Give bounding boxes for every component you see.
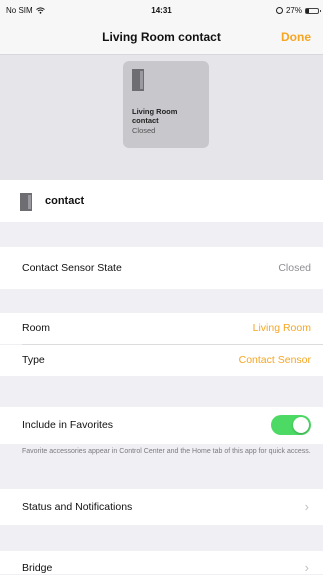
device-name-row[interactable]: contact <box>0 180 323 222</box>
room-row[interactable]: Room Living Room <box>0 313 323 344</box>
tile-name: Living Room contact <box>132 107 178 125</box>
alarm-icon <box>275 7 283 14</box>
done-button[interactable]: Done <box>281 30 311 44</box>
chevron-right-icon: › <box>304 499 309 514</box>
include-in-favorites-row: Include in Favorites <box>0 407 323 444</box>
contact-sensor-state-label: Contact Sensor State <box>22 262 122 274</box>
accessory-tile[interactable]: Living Room contact Closed <box>123 61 209 148</box>
contact-sensor-icon <box>132 69 144 91</box>
battery-percent: 27% <box>285 6 302 15</box>
favorites-toggle[interactable] <box>271 415 311 435</box>
battery-icon <box>305 7 321 14</box>
favorites-footnote: Favorite accessories appear in Control C… <box>22 448 311 455</box>
navigation-bar: Living Room contact Done <box>0 20 323 55</box>
type-value: Contact Sensor <box>238 354 311 366</box>
type-label: Type <box>22 354 45 366</box>
chevron-right-icon: › <box>304 560 309 575</box>
room-label: Room <box>22 322 51 334</box>
page-title: Living Room contact <box>102 30 221 44</box>
accessory-preview-area: Living Room contact Closed <box>0 55 323 180</box>
status-and-notifications-label: Status and Notifications <box>22 501 133 513</box>
status-bar: No SIM 14:31 27% <box>0 0 323 20</box>
contact-sensor-state-value: Closed <box>278 262 311 274</box>
tile-state: Closed <box>132 126 156 135</box>
toggle-knob <box>293 417 309 433</box>
include-in-favorites-label: Include in Favorites <box>22 419 114 431</box>
contact-sensor-state-row: Contact Sensor State Closed <box>0 247 323 289</box>
device-name: contact <box>45 195 85 207</box>
status-and-notifications-row[interactable]: Status and Notifications › <box>0 489 323 525</box>
bridge-label: Bridge <box>22 562 53 574</box>
status-right: 27% <box>275 6 321 15</box>
status-time: 14:31 <box>151 6 172 15</box>
bridge-row[interactable]: Bridge › <box>0 551 323 575</box>
contact-sensor-icon <box>20 193 32 211</box>
type-row[interactable]: Type Contact Sensor <box>0 345 323 376</box>
room-value: Living Room <box>252 322 311 334</box>
